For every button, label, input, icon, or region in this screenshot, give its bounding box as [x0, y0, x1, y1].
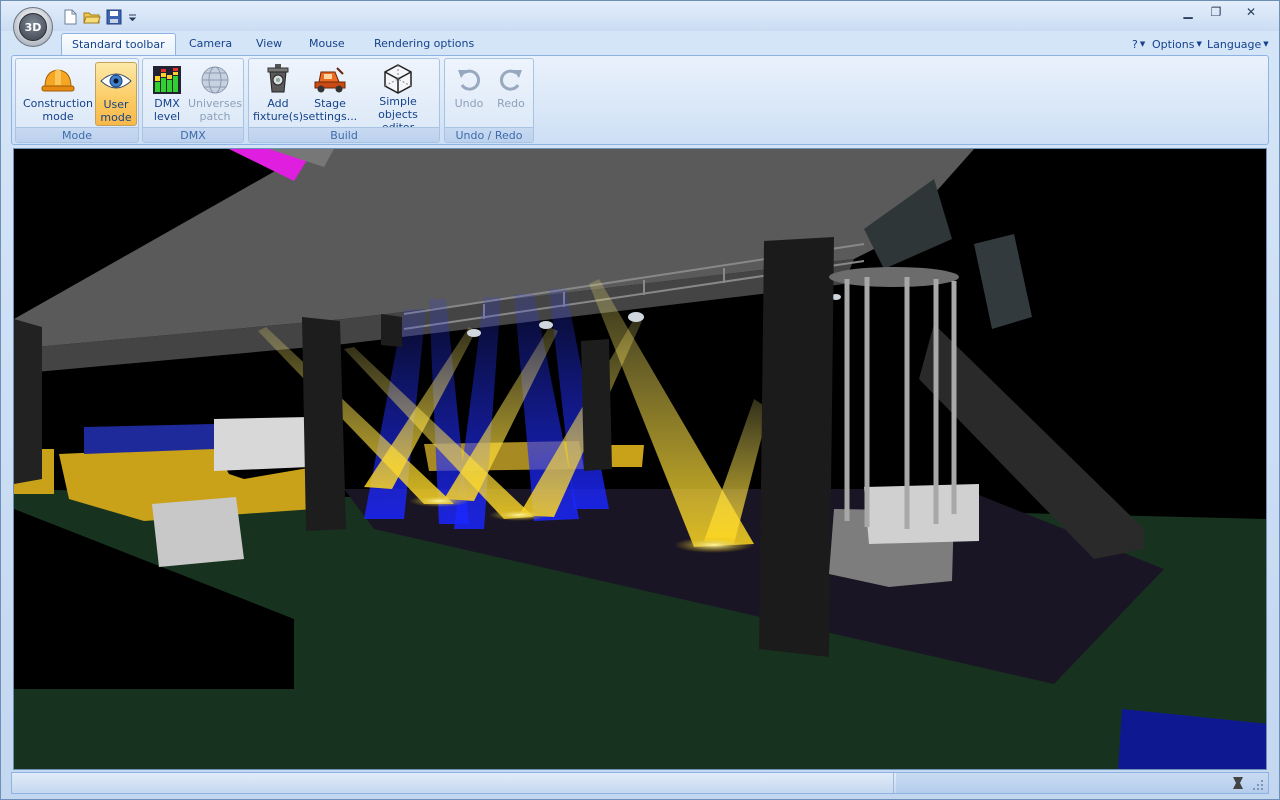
title-bar: ▁ ❐ ✕: [1, 1, 1279, 31]
pillar: [581, 339, 612, 471]
speaker-right: [974, 234, 1032, 329]
pillar: [302, 317, 346, 531]
group-undo-redo-label: Undo / Redo: [445, 127, 533, 142]
help-caret-icon: ▼: [1139, 40, 1146, 48]
status-bar: [11, 772, 1269, 794]
sofa-back-blue: [84, 424, 214, 454]
minimize-button[interactable]: ▁: [1175, 3, 1201, 21]
pillar: [381, 314, 402, 347]
maximize-icon: ❐: [1210, 5, 1222, 19]
open-folder-icon[interactable]: [83, 8, 101, 26]
tab-rendering-options[interactable]: Rendering options: [364, 33, 484, 55]
add-fixtures-label: Add fixture(s): [252, 97, 304, 123]
add-fixtures-button[interactable]: Add fixture(s): [253, 62, 303, 126]
language-menu[interactable]: Language ▼: [1207, 33, 1269, 55]
spot-flare: [489, 509, 549, 521]
app-window: ▁ ❐ ✕ 3D Standard toolbar Camera View Mo…: [0, 0, 1280, 800]
options-label: Options: [1152, 38, 1195, 51]
undo-icon: [452, 63, 486, 97]
status-pane-right: [896, 773, 1268, 793]
group-build: Add fixture(s) Stage settings... Simple …: [248, 58, 440, 143]
level-meter-icon: [150, 63, 184, 97]
dmx-globe-icon: [198, 63, 232, 97]
construction-mode-label: Construction mode: [22, 97, 94, 123]
tab-view[interactable]: View: [246, 33, 292, 55]
minimize-icon: ▁: [1183, 5, 1193, 19]
stage-settings-label: Stage settings...: [302, 97, 358, 123]
white-cube: [152, 497, 244, 567]
app-logo: 3D: [19, 13, 47, 41]
eye-icon: [99, 64, 133, 98]
group-mode-label: Mode: [16, 127, 138, 142]
universes-patch-button[interactable]: Universes patch: [187, 62, 243, 126]
group-dmx: DMX level Universes patch DMX: [142, 58, 244, 143]
redo-label: Redo: [497, 97, 525, 110]
dj-cage: [829, 267, 979, 587]
pillar: [14, 319, 42, 484]
ribbon-tab-bar: Standard toolbar Camera View Mouse Rende…: [11, 31, 1269, 55]
window-controls: ▁ ❐ ✕: [1175, 3, 1271, 21]
undo-button[interactable]: Undo: [449, 62, 489, 126]
status-pane-left: [12, 773, 894, 793]
hard-hat-icon: [41, 63, 75, 97]
beam-status-icon[interactable]: [1230, 775, 1246, 791]
save-icon[interactable]: [105, 8, 123, 26]
dmx-level-button[interactable]: DMX level: [147, 62, 187, 126]
tab-standard-toolbar[interactable]: Standard toolbar: [61, 33, 176, 55]
ribbon-panel: Construction mode User mode Mode DMX lev…: [11, 55, 1269, 145]
stage-truck-icon: [313, 63, 347, 97]
close-icon: ✕: [1245, 5, 1257, 19]
group-mode: Construction mode User mode Mode: [15, 58, 139, 143]
undo-label: Undo: [454, 97, 484, 110]
application-menu-button[interactable]: 3D: [13, 7, 53, 47]
spot-flare: [409, 495, 469, 507]
3d-viewport[interactable]: [13, 148, 1267, 770]
group-dmx-label: DMX: [143, 127, 243, 142]
stage-settings-button[interactable]: Stage settings...: [303, 62, 357, 126]
simple-objects-editor-button[interactable]: Simple objects editor: [359, 62, 437, 134]
spot-flare: [674, 537, 754, 553]
help-label: ?: [1132, 38, 1138, 51]
cube-icon: [381, 63, 415, 95]
resize-grip-icon[interactable]: [1252, 779, 1264, 791]
options-menu[interactable]: Options ▼: [1152, 33, 1202, 55]
language-caret-icon: ▼: [1263, 40, 1269, 48]
quick-access-toolbar: [61, 8, 139, 26]
pillar: [759, 237, 834, 657]
customize-dropdown-icon[interactable]: [127, 8, 139, 26]
options-caret-icon: ▼: [1196, 40, 1202, 48]
tab-camera[interactable]: Camera: [179, 33, 242, 55]
dmx-level-label: DMX level: [153, 97, 181, 123]
universes-patch-label: Universes patch: [187, 97, 243, 123]
construction-mode-button[interactable]: Construction mode: [19, 62, 97, 126]
group-build-label: Build: [249, 127, 439, 142]
tab-mouse[interactable]: Mouse: [299, 33, 355, 55]
maximize-button[interactable]: ❐: [1203, 3, 1229, 21]
user-mode-label: User mode: [100, 98, 132, 124]
help-menu[interactable]: ? ▼: [1132, 33, 1145, 55]
user-mode-button[interactable]: User mode: [95, 62, 137, 126]
white-panel: [214, 417, 309, 471]
fixture-icon: [261, 63, 295, 97]
sofa-center-right: [609, 445, 644, 467]
redo-button[interactable]: Redo: [491, 62, 531, 126]
close-button[interactable]: ✕: [1231, 3, 1271, 21]
stage-scene: [14, 149, 1266, 769]
redo-icon: [494, 63, 528, 97]
group-undo-redo: Undo Redo Undo / Redo: [444, 58, 534, 143]
language-label: Language: [1207, 38, 1262, 51]
new-document-icon[interactable]: [61, 8, 79, 26]
